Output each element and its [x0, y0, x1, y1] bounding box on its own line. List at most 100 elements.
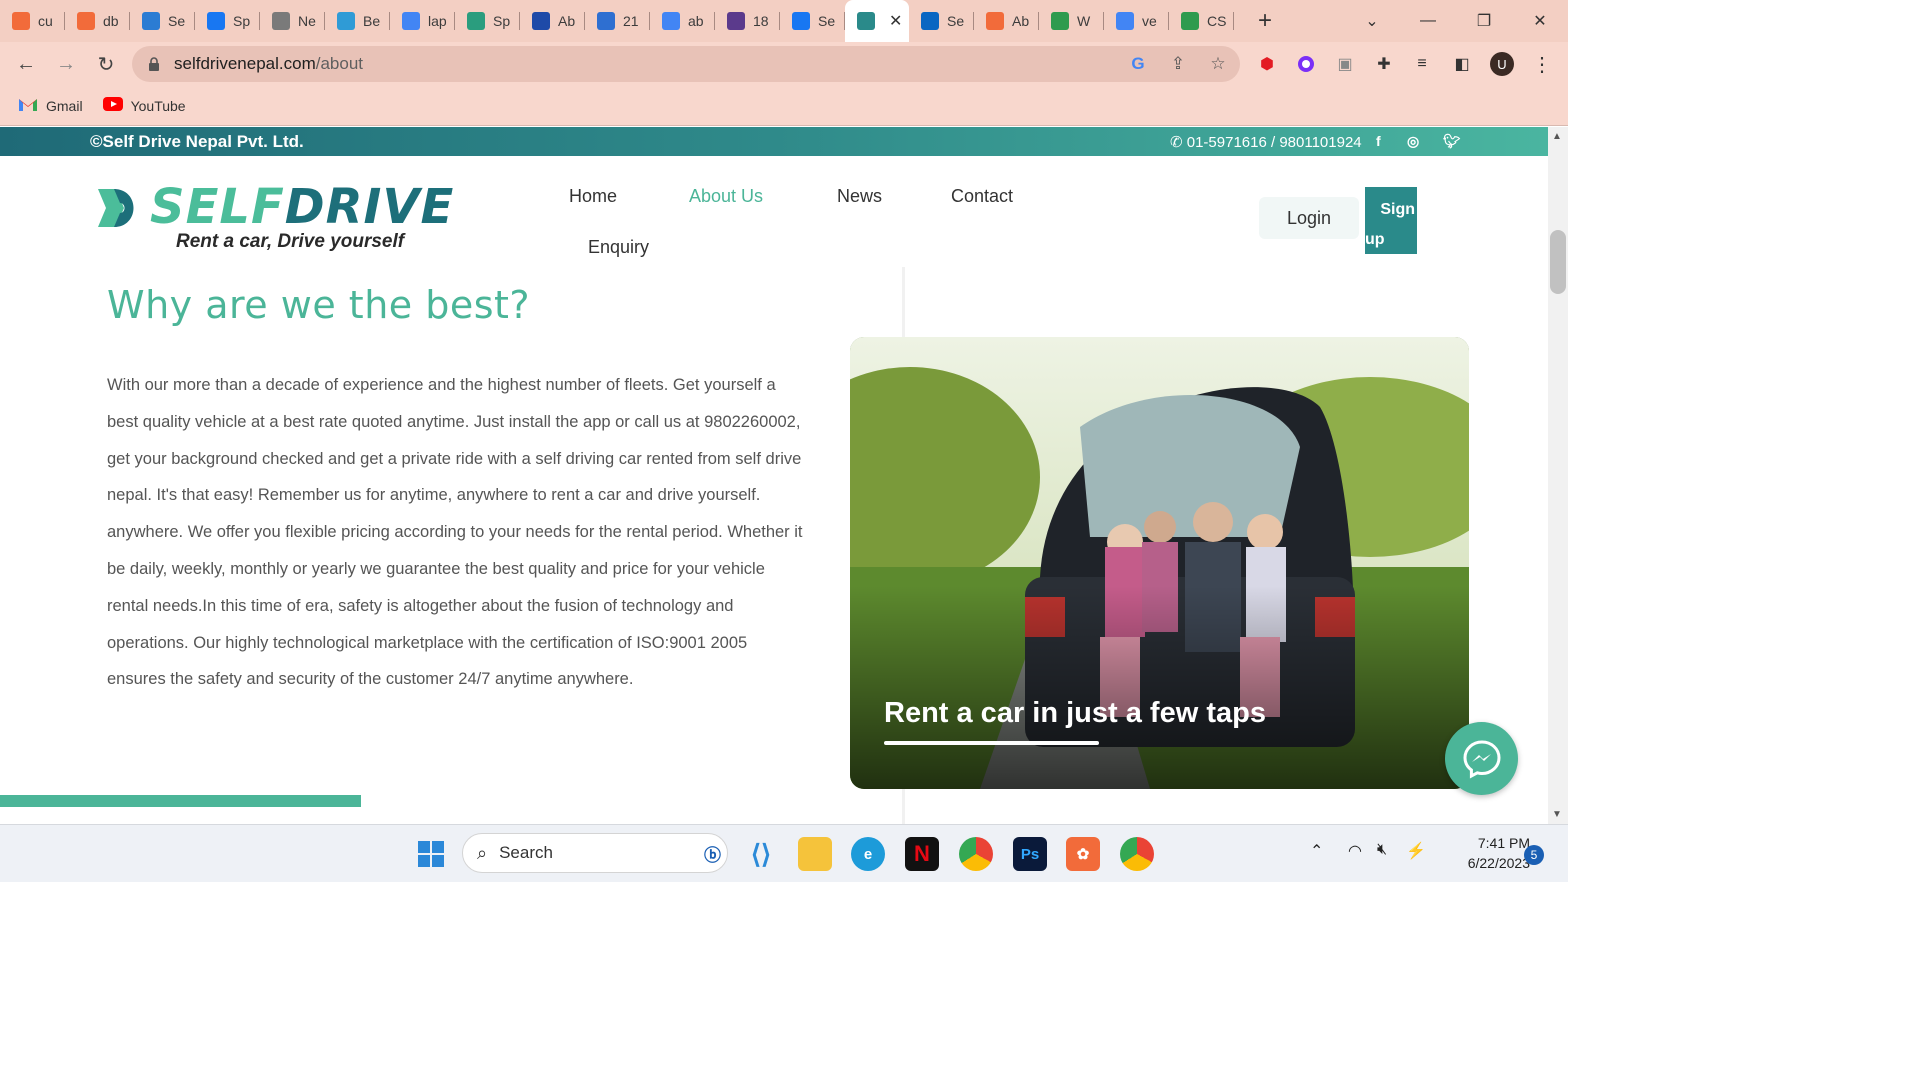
browser-tab[interactable]: Sp	[195, 0, 260, 42]
tab-favicon-icon	[207, 12, 225, 30]
new-tab-button[interactable]: +	[1244, 0, 1286, 42]
back-button[interactable]: ←	[6, 44, 46, 84]
nav-contact[interactable]: Contact	[951, 186, 1013, 207]
bing-icon[interactable]: ⓑ	[704, 841, 721, 866]
bookmark-star-icon[interactable]: ☆	[1208, 54, 1228, 74]
media-control-icon[interactable]: ≡	[1410, 52, 1434, 76]
tab-favicon-icon	[1051, 12, 1069, 30]
profile-avatar[interactable]: U	[1490, 52, 1514, 76]
tab-favicon-icon	[12, 12, 30, 30]
edge-icon[interactable]: e	[851, 837, 885, 871]
color-picker-extension-icon[interactable]	[1294, 52, 1318, 76]
menu-kebab-icon[interactable]: ⋮	[1530, 52, 1554, 76]
tab-favicon-icon	[532, 12, 550, 30]
browser-tab[interactable]: cu	[0, 0, 65, 42]
address-bar[interactable]: selfdrivenepal.com/about G ⇪ ☆	[132, 46, 1240, 82]
chrome-icon[interactable]	[959, 837, 993, 871]
tab-search-chevron-icon[interactable]: ⌄	[1344, 0, 1400, 42]
browser-tab[interactable]: Ab	[974, 0, 1039, 42]
scroll-down-arrow-icon[interactable]: ▼	[1552, 809, 1562, 820]
tab-title: 18	[753, 13, 769, 29]
nav-about-us[interactable]: About Us	[689, 186, 763, 207]
browser-tab[interactable]: W	[1039, 0, 1104, 42]
chrome-profile-icon[interactable]	[1120, 837, 1154, 871]
browser-tab[interactable]: db	[65, 0, 130, 42]
bookmark-gmail-label: Gmail	[46, 97, 83, 114]
bookmark-youtube[interactable]: YouTube	[102, 97, 186, 114]
tab-title: Se	[818, 13, 836, 29]
taskbar-clock[interactable]: 7:41 PM 6/22/2023	[1440, 833, 1530, 873]
browser-tab[interactable]: 18	[715, 0, 780, 42]
messenger-chat-button[interactable]	[1445, 722, 1518, 795]
bookmark-youtube-label: YouTube	[130, 97, 186, 114]
reload-button[interactable]: ↻	[86, 44, 126, 84]
restore-button[interactable]: ❐	[1456, 0, 1512, 42]
vscode-icon[interactable]: ⟨⟩	[744, 837, 778, 871]
facebook-icon[interactable]: f	[1376, 133, 1381, 149]
notification-badge[interactable]: 5	[1524, 845, 1544, 865]
browser-tab[interactable]: lap	[390, 0, 455, 42]
messenger-icon	[1462, 739, 1501, 779]
logo-word-drive: DRIVE	[284, 179, 455, 235]
nav-home[interactable]: Home	[569, 186, 617, 207]
browser-tab[interactable]: 21	[585, 0, 650, 42]
scrollbar-thumb[interactable]	[1550, 230, 1566, 294]
nav-news[interactable]: News	[837, 186, 882, 207]
browser-tab[interactable]: Se	[780, 0, 845, 42]
netflix-icon[interactable]: N	[905, 837, 939, 871]
wifi-icon[interactable]: ◠	[1348, 841, 1362, 861]
share-icon[interactable]: ⇪	[1168, 54, 1188, 74]
login-button[interactable]: Login	[1259, 197, 1359, 239]
tab-title: Sp	[493, 13, 511, 29]
browser-tab[interactable]: Se	[909, 0, 974, 42]
instagram-icon[interactable]: ◎	[1407, 133, 1419, 150]
tab-favicon-icon	[986, 12, 1004, 30]
google-lens-icon[interactable]: G	[1128, 54, 1148, 74]
browser-tab[interactable]: Sp	[455, 0, 520, 42]
browser-tab[interactable]: Ne	[260, 0, 325, 42]
photoshop-icon[interactable]: Ps	[1013, 837, 1047, 871]
tab-favicon-icon	[792, 12, 810, 30]
tab-title: Se	[947, 13, 965, 29]
bookmark-gmail[interactable]: Gmail	[18, 97, 83, 115]
tab-title: ve	[1142, 13, 1157, 29]
battery-charging-icon[interactable]: ⚡	[1406, 841, 1426, 861]
tab-title: Sp	[233, 13, 251, 29]
forward-button[interactable]: →	[46, 44, 86, 84]
browser-tab[interactable]: ab	[650, 0, 715, 42]
nav-enquiry[interactable]: Enquiry	[588, 237, 649, 258]
browser-tab[interactable]: Ab	[520, 0, 585, 42]
section-body-text: With our more than a decade of experienc…	[107, 376, 803, 689]
decorative-green-bar	[0, 795, 361, 807]
tab-strip: cu db Se Sp Ne Be lap Sp Ab 21 ab 18 Se ✕ Se Ab Wve CS	[0, 0, 1568, 42]
adblock-extension-icon[interactable]: ⬢	[1255, 52, 1279, 76]
side-panel-icon[interactable]: ◧	[1450, 52, 1474, 76]
signup-button[interactable]: Sign up	[1365, 187, 1417, 254]
browser-tab[interactable]: CS	[1169, 0, 1234, 42]
phone-contact[interactable]: ✆ 01-5971616 / 9801101924	[1170, 133, 1362, 151]
volume-muted-icon[interactable]: 🔇︎	[1377, 841, 1387, 859]
tab-favicon-icon	[662, 12, 680, 30]
page-scrollbar[interactable]: ▲ ▼	[1548, 127, 1568, 824]
scroll-up-arrow-icon[interactable]: ▲	[1552, 131, 1562, 142]
xampp-icon[interactable]: ✿	[1066, 837, 1100, 871]
tab-favicon-icon	[921, 12, 939, 30]
close-tab-icon[interactable]: ✕	[889, 11, 902, 31]
browser-tab[interactable]: Se	[130, 0, 195, 42]
tab-title: CS	[1207, 13, 1227, 29]
browser-tab-active[interactable]: ✕	[845, 0, 909, 42]
taskbar-search[interactable]: ⌕ Search ⓑ	[462, 833, 728, 873]
windows-start-icon[interactable]	[414, 837, 448, 871]
extensions-puzzle-icon[interactable]: ✚	[1372, 52, 1396, 76]
tray-overflow-chevron-icon[interactable]: ⌃	[1310, 841, 1323, 861]
browser-tab[interactable]: Be	[325, 0, 390, 42]
file-explorer-icon[interactable]	[798, 837, 832, 871]
profile-extension-icon[interactable]: ▣	[1333, 52, 1357, 76]
twitter-icon[interactable]: 🐦︎	[1443, 133, 1461, 150]
tab-title: 21	[623, 13, 639, 29]
close-window-button[interactable]: ✕	[1512, 0, 1568, 42]
browser-tab[interactable]: ve	[1104, 0, 1169, 42]
tab-title: ab	[688, 13, 704, 29]
minimize-button[interactable]: —	[1400, 0, 1456, 42]
site-topbar: ©Self Drive Nepal Pvt. Ltd. ✆ 01-5971616…	[0, 127, 1548, 156]
